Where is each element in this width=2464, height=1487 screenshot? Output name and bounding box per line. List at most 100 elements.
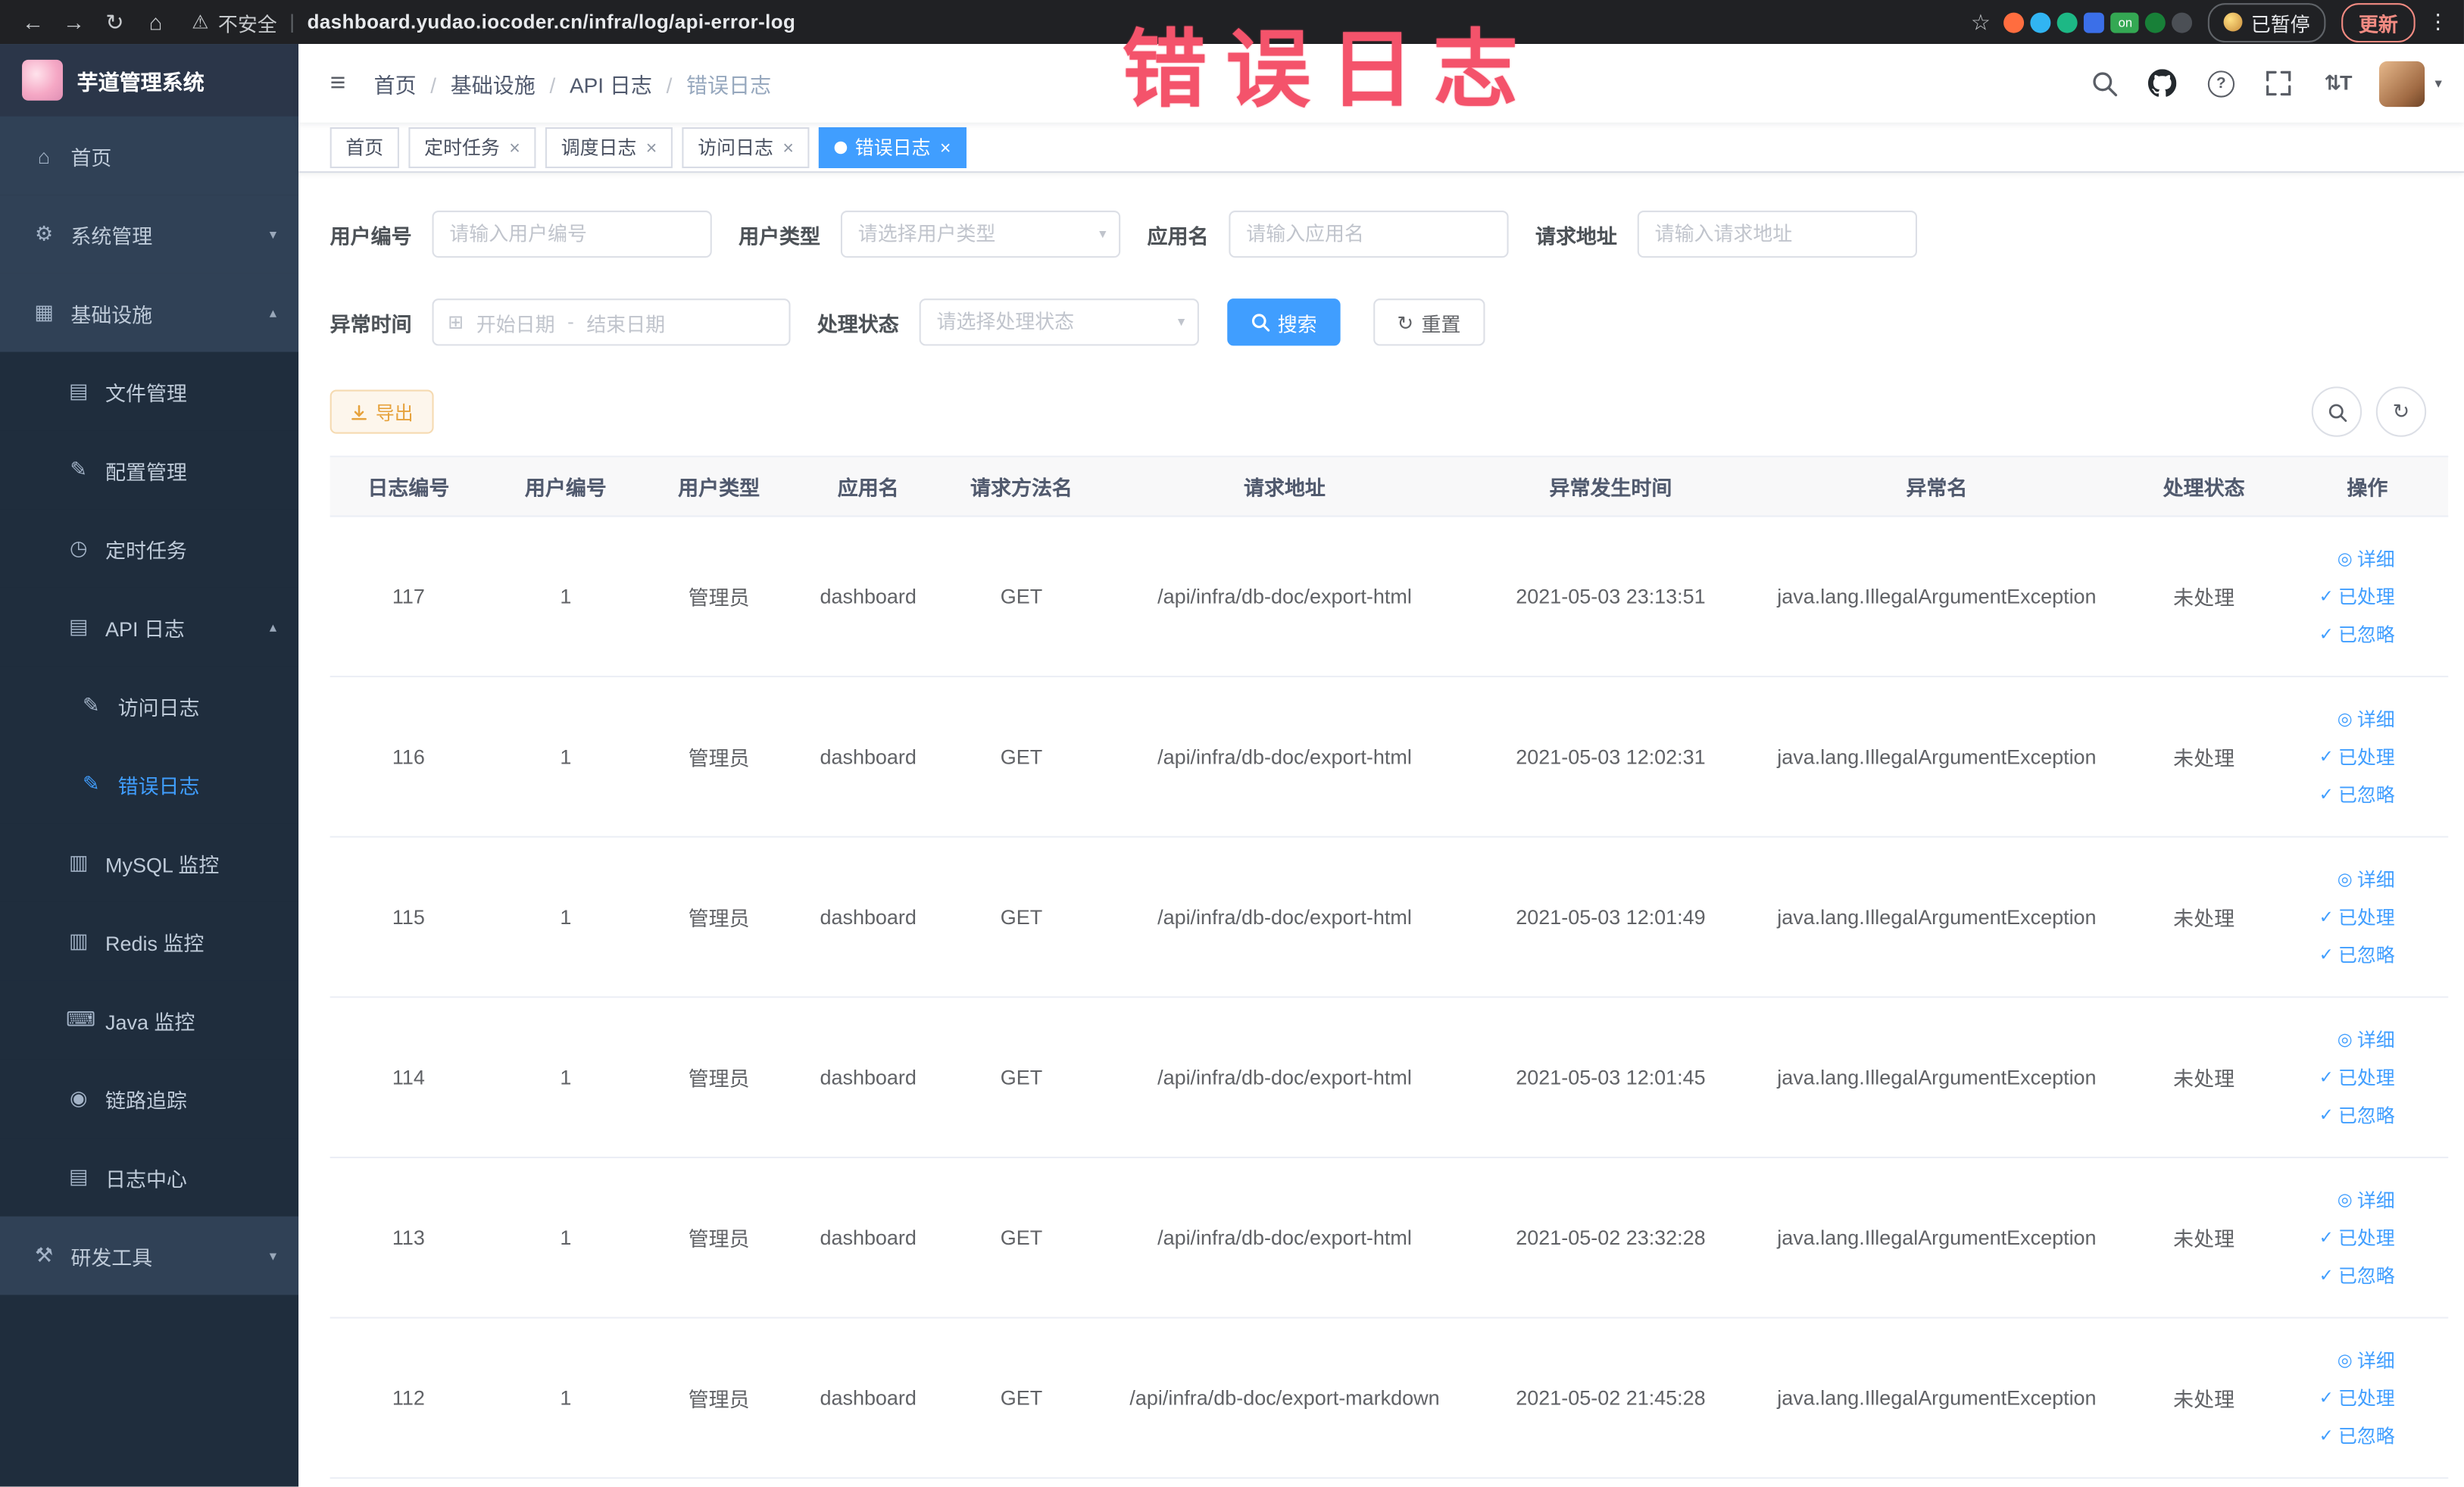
sidebar-item[interactable]: ◷ 定时任务 [0, 509, 299, 588]
forward-icon[interactable]: → [57, 9, 92, 34]
search-icon[interactable] [2089, 67, 2120, 98]
home-icon[interactable]: ⌂ [139, 9, 173, 34]
sidebar-toggle-icon[interactable]: ≡ [330, 67, 346, 98]
user-type-select[interactable] [840, 210, 1121, 258]
tab-close-icon[interactable]: × [940, 136, 951, 158]
processed-link-label: 已处理 [2338, 1387, 2395, 1410]
extension-icon-5[interactable] [2145, 11, 2166, 33]
view-tab[interactable]: 错误日志 × [819, 127, 967, 167]
export-button[interactable]: 导出 [329, 389, 434, 434]
app-logo[interactable]: 芋道管理系统 [0, 44, 299, 117]
back-icon[interactable]: ← [16, 9, 51, 34]
app-name-input[interactable] [1229, 210, 1509, 258]
filter-label: 请求地址 [1535, 223, 1617, 248]
detail-link[interactable]: ◎ 详细 [2338, 1186, 2395, 1213]
detail-link-label: 详细 [2356, 1029, 2395, 1051]
extension-icon-6[interactable] [2172, 11, 2194, 33]
sidebar-item[interactable]: ⌂ 首页 [0, 116, 299, 195]
sidebar-item[interactable]: ▥ Redis 监控 [0, 901, 299, 981]
tab-close-icon[interactable]: × [509, 136, 520, 158]
mark-processed-link[interactable]: ✓ 已处理 [2319, 583, 2395, 610]
sidebar-item[interactable]: ▦ 基础设施 ▴ [0, 273, 299, 352]
detail-link[interactable]: ◎ 详细 [2338, 1347, 2395, 1373]
mark-ignored-link[interactable]: ✓ 已忽略 [2319, 942, 2395, 968]
tab-close-icon[interactable]: × [782, 136, 794, 158]
browser-menu-icon[interactable]: ⋮ [2428, 9, 2448, 34]
mark-ignored-link[interactable]: ✓ 已忽略 [2319, 781, 2395, 808]
sidebar-item[interactable]: ✎ 错误日志 [0, 745, 299, 824]
toggle-search-button[interactable] [2311, 386, 2363, 437]
mark-processed-link[interactable]: ✓ 已处理 [2319, 1385, 2395, 1411]
cell-status: 未处理 [2173, 1067, 2235, 1091]
mark-processed-link[interactable]: ✓ 已处理 [2319, 1064, 2395, 1091]
cell-exception-time: 2021-05-03 12:01:45 [1516, 1065, 1706, 1089]
extension-icon-3[interactable] [2057, 11, 2078, 33]
reload-icon[interactable]: ↻ [98, 8, 133, 35]
tab-close-icon[interactable]: × [646, 136, 657, 158]
cell-method: GET [1000, 1385, 1043, 1410]
mark-processed-link[interactable]: ✓ 已处理 [2319, 904, 2395, 930]
cell-log-id: 113 [392, 1226, 425, 1250]
github-icon[interactable] [2147, 67, 2178, 98]
view-tab[interactable]: 首页 [329, 127, 399, 167]
security-indicator[interactable]: ⚠ 不安全 [192, 7, 277, 36]
sidebar-item[interactable]: ⚒ 研发工具 ▾ [0, 1216, 299, 1295]
breadcrumb-item[interactable]: 基础设施 [417, 67, 536, 98]
cell-request-url: /api/infra/db-doc/export-html [1157, 1065, 1412, 1089]
mark-ignored-link[interactable]: ✓ 已忽略 [2319, 1423, 2395, 1449]
cell-exception-time: 2021-05-02 21:45:28 [1516, 1385, 1706, 1410]
detail-link[interactable]: ◎ 详细 [2338, 1026, 2395, 1053]
detail-link[interactable]: ◎ 详细 [2338, 705, 2395, 732]
check-icon: ✓ [2319, 945, 2334, 965]
sidebar-item[interactable]: ✎ 配置管理 [0, 430, 299, 510]
mark-processed-link[interactable]: ✓ 已处理 [2319, 743, 2395, 770]
view-tab[interactable]: 定时任务 × [408, 127, 536, 167]
sidebar-item[interactable]: ▤ 文件管理 [0, 351, 299, 431]
trace-icon: ◉ [69, 1086, 88, 1110]
filter-label: 用户类型 [739, 223, 821, 248]
request-url-input[interactable] [1637, 210, 1918, 258]
detail-link[interactable]: ◎ 详细 [2338, 545, 2395, 572]
sidebar-item-label: 系统管理 [70, 223, 153, 248]
update-button[interactable]: 更新 [2341, 2, 2416, 42]
sidebar-item[interactable]: ▤ API 日志 ▴ [0, 587, 299, 667]
font-size-icon[interactable]: ⇅T [2322, 67, 2353, 98]
breadcrumb-item[interactable]: 首页 [374, 67, 417, 98]
address-bar[interactable]: dashboard.yudao.iocoder.cn/infra/log/api… [308, 11, 796, 33]
search-button[interactable]: 搜索 [1227, 298, 1341, 346]
sidebar-item[interactable]: ⌨ Java 监控 [0, 980, 299, 1060]
bookmark-star-icon[interactable]: ☆ [1963, 8, 1998, 35]
view-tab[interactable]: 调度日志 × [545, 127, 673, 167]
detail-link[interactable]: ◎ 详细 [2338, 866, 2395, 892]
extension-icon-1[interactable] [2004, 11, 2025, 33]
mark-ignored-link[interactable]: ✓ 已忽略 [2319, 1262, 2395, 1289]
reset-button[interactable]: ↻ 重置 [1373, 298, 1485, 346]
date-range-picker[interactable]: ⊞ 开始日期 - 结束日期 [432, 298, 791, 346]
help-icon[interactable]: ? [2206, 67, 2237, 98]
breadcrumb-item[interactable]: API 日志 [536, 67, 652, 98]
breadcrumb-item[interactable]: 错误日志 [652, 67, 771, 98]
mark-ignored-link[interactable]: ✓ 已忽略 [2319, 1101, 2395, 1128]
extension-icon-4[interactable] [2084, 11, 2105, 33]
mark-ignored-link[interactable]: ✓ 已忽略 [2319, 620, 2395, 647]
sidebar-item[interactable]: ▥ MySQL 监控 [0, 823, 299, 902]
mark-processed-link[interactable]: ✓ 已处理 [2319, 1224, 2395, 1251]
sidebar-item[interactable]: ✎ 访问日志 [0, 666, 299, 745]
sidebar-item[interactable]: ⚙ 系统管理 ▾ [0, 195, 299, 273]
sidebar-item[interactable]: ◉ 链路追踪 [0, 1059, 299, 1139]
processed-link-label: 已处理 [2338, 586, 2395, 608]
fullscreen-icon[interactable] [2263, 67, 2294, 98]
user-menu[interactable]: ▾ [2379, 60, 2442, 107]
paused-badge[interactable]: 已暂停 [2208, 2, 2326, 42]
cell-app-name: dashboard [820, 1385, 917, 1410]
sidebar-item[interactable]: ▤ 日志中心 [0, 1138, 299, 1217]
view-tab[interactable]: 访问日志 × [682, 127, 810, 167]
refresh-table-button[interactable]: ↻ [2375, 386, 2427, 437]
user-id-input[interactable] [432, 210, 712, 258]
gear-icon: ⚙ [34, 221, 54, 245]
log-center-icon: ▤ [68, 1164, 89, 1189]
process-status-select[interactable] [919, 298, 1199, 346]
extension-on-badge[interactable]: on [2111, 11, 2140, 33]
extension-icon-2[interactable] [2031, 11, 2052, 33]
tab-label: 访问日志 [698, 136, 773, 159]
